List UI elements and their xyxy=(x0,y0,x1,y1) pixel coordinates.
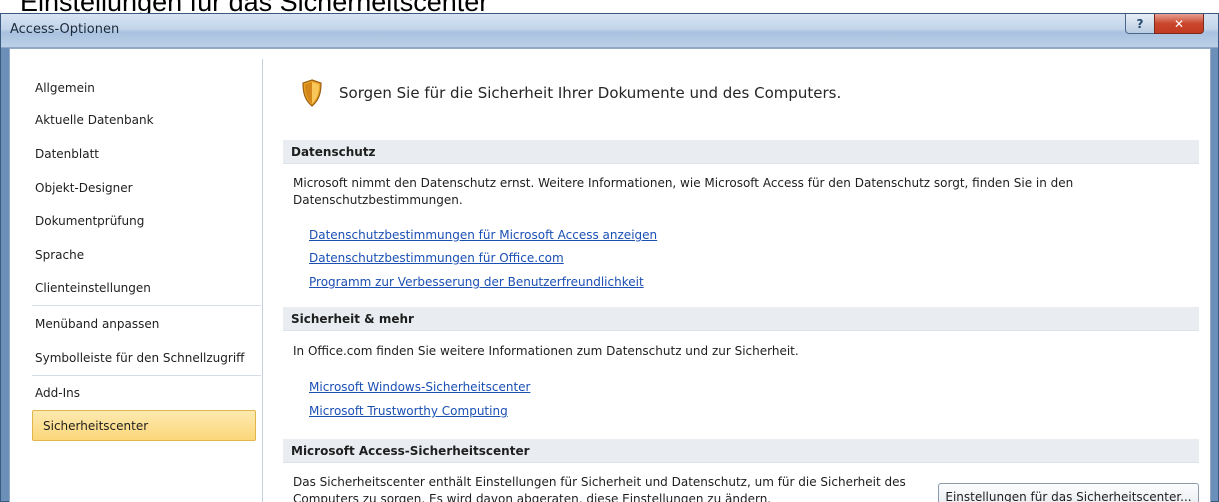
nav-separator xyxy=(32,375,261,376)
privacy-description: Microsoft nimmt den Datenschutz ernst. W… xyxy=(293,175,1073,209)
page-title: Sorgen Sie für die Sicherheit Ihrer Doku… xyxy=(339,84,842,102)
section-header-datenschutz: Datenschutz xyxy=(283,140,1199,164)
link-trustworthy-computing[interactable]: Microsoft Trustworthy Computing xyxy=(309,404,508,418)
nav-item-sprache[interactable]: Sprache xyxy=(32,239,264,270)
link-windows-security-center[interactable]: Microsoft Windows-Sicherheitscenter xyxy=(309,380,530,394)
options-dialog: Access-Optionen ? ✕ Allgemein Aktuelle D… xyxy=(0,13,1219,502)
nav-item-dokumentpruefung[interactable]: Dokumentprüfung xyxy=(32,205,264,236)
shield-icon xyxy=(302,79,322,107)
link-privacy-office-com[interactable]: Datenschutzbestimmungen für Office.com xyxy=(309,251,564,265)
nav-item-objekt-designer[interactable]: Objekt-Designer xyxy=(32,172,264,203)
nav-item-datenblatt[interactable]: Datenblatt xyxy=(32,138,264,169)
nav-item-allgemein[interactable]: Allgemein xyxy=(32,72,264,103)
nav-item-aktuelle-datenbank[interactable]: Aktuelle Datenbank xyxy=(32,104,264,135)
content-pane: Sorgen Sie für die Sicherheit Ihrer Doku… xyxy=(273,49,1210,502)
nav-item-sicherheitscenter[interactable]: Sicherheitscenter xyxy=(32,410,256,441)
trust-center-description-line: Das Sicherheitscenter enthält Einstellun… xyxy=(293,475,906,489)
trust-center-description-line: Computers zu sorgen. Es wird davon abger… xyxy=(293,492,772,502)
nav-item-schnellzugriff[interactable]: Symbolleiste für den Schnellzugriff xyxy=(32,342,264,373)
nav-item-add-ins[interactable]: Add-Ins xyxy=(32,377,264,408)
trust-center-description: Das Sicherheitscenter enthält Einstellun… xyxy=(293,474,906,502)
page-header: Sorgen Sie für die Sicherheit Ihrer Doku… xyxy=(301,73,841,113)
section-header-trust-center: Microsoft Access-Sicherheitscenter xyxy=(283,439,1199,463)
trust-center-settings-button[interactable]: Einstellungen für das Sicherheitscenter.… xyxy=(938,483,1199,502)
link-privacy-access[interactable]: Datenschutzbestimmungen für Microsoft Ac… xyxy=(309,228,657,242)
options-nav: Allgemein Aktuelle Datenbank Datenblatt … xyxy=(18,59,263,502)
help-button[interactable]: ? xyxy=(1125,14,1155,34)
window-title: Access-Optionen xyxy=(10,22,120,37)
privacy-description-line: Datenschutzbestimmungen. xyxy=(293,193,463,207)
title-bar: Access-Optionen ? ✕ xyxy=(1,14,1218,48)
nav-item-menueband-anpassen[interactable]: Menüband anpassen xyxy=(32,308,264,339)
privacy-description-line: Microsoft nimmt den Datenschutz ernst. W… xyxy=(293,176,1074,190)
close-button[interactable]: ✕ xyxy=(1154,14,1204,34)
dialog-body: Allgemein Aktuelle Datenbank Datenblatt … xyxy=(9,48,1211,502)
security-description: In Office.com finden Sie weitere Informa… xyxy=(293,344,799,358)
link-customer-experience-program[interactable]: Programm zur Verbesserung der Benutzerfr… xyxy=(309,275,644,289)
section-header-sicherheit: Sicherheit & mehr xyxy=(283,307,1199,331)
nav-item-clienteinstellungen[interactable]: Clienteinstellungen xyxy=(32,272,264,303)
nav-separator xyxy=(32,305,261,306)
